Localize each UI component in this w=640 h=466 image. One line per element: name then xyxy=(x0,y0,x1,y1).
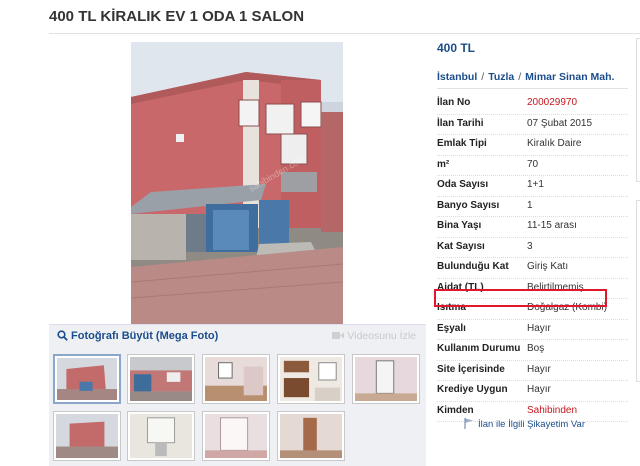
flag-icon xyxy=(464,418,473,429)
thumbnail-strip xyxy=(49,348,426,466)
detail-row: Oda Sayısı 1+1 xyxy=(437,176,628,197)
detail-value: Kiralık Daire xyxy=(527,138,582,149)
breadcrumb-divider xyxy=(437,88,628,89)
zoom-photo-link[interactable]: Fotoğrafı Büyüt (Mega Foto) xyxy=(57,330,218,342)
report-listing-label: İlan ile İlgili Şikayetim Var xyxy=(478,419,586,430)
video-camera-icon xyxy=(332,332,345,339)
detail-key: Bulunduğu Kat xyxy=(437,261,509,272)
detail-value: 1+1 xyxy=(527,179,544,190)
watch-video-link[interactable]: Videosunu İzle xyxy=(332,330,416,342)
detail-key: Site İçerisinde xyxy=(437,363,505,375)
detail-value: Hayır xyxy=(527,363,551,375)
detail-key: Kat Sayısı xyxy=(437,240,485,252)
detail-row: Bina Yaşı 11-15 arası xyxy=(437,217,628,238)
detail-key: Kullanım Durumu xyxy=(437,343,521,354)
thumbnail-8[interactable] xyxy=(202,411,270,461)
thumbnail-4[interactable] xyxy=(277,354,345,404)
detail-value: Hayır xyxy=(527,322,551,334)
detail-row: m² 70 xyxy=(437,156,628,176)
detail-row: Banyo Sayısı 1 xyxy=(437,197,628,217)
detail-value: Giriş Katı xyxy=(527,261,569,272)
detail-row: İlan No 200029970 xyxy=(437,94,628,115)
detail-row: Emlak Tipi Kiralık Daire xyxy=(437,135,628,156)
main-photo[interactable]: sahibinden.com xyxy=(131,42,343,324)
breadcrumb: İstanbul / Tuzla / Mimar Sinan Mah. xyxy=(437,71,615,83)
detail-key: Kimden xyxy=(437,404,474,416)
thumbnail-7[interactable] xyxy=(127,411,195,461)
listing-details: İlan No 200029970 İlan Tarihi 07 Şubat 2015… xyxy=(437,94,628,422)
detail-row: Bulunduğu Kat Giriş Katı xyxy=(437,258,628,279)
breadcrumb-city[interactable]: İstanbul xyxy=(437,71,477,83)
thumbnail-2[interactable] xyxy=(127,354,195,404)
listing-title: 400 TL KİRALIK EV 1 ODA 1 SALON xyxy=(49,8,305,25)
zoom-photo-label: Fotoğrafı Büyüt (Mega Foto) xyxy=(71,330,219,342)
detail-row: Eşyalı Hayır xyxy=(437,320,628,340)
heating-highlight xyxy=(434,289,607,307)
detail-value: 1 xyxy=(527,199,533,211)
detail-key: İlan Tarihi xyxy=(437,117,484,129)
detail-row: İlan Tarihi 07 Şubat 2015 xyxy=(437,115,628,135)
detail-row: Site İçerisinde Hayır xyxy=(437,361,628,381)
detail-key: m² xyxy=(437,158,450,170)
detail-value: 200029970 xyxy=(527,97,578,108)
detail-key: Krediye Uygun xyxy=(437,384,508,395)
detail-key: Emlak Tipi xyxy=(437,138,487,149)
gallery-toolbar: Fotoğrafı Büyüt (Mega Foto) Videosunu İz… xyxy=(49,324,426,349)
detail-key: Oda Sayısı xyxy=(437,179,489,190)
side-panel-edge xyxy=(636,38,640,182)
detail-value: 3 xyxy=(527,240,533,252)
detail-value: 07 Şubat 2015 xyxy=(527,117,593,129)
detail-key: Bina Yaşı xyxy=(437,220,482,231)
detail-value: Sahibinden xyxy=(527,404,578,416)
photo-gallery: sahibinden.com xyxy=(49,34,426,324)
report-listing-link[interactable]: İlan ile İlgili Şikayetim Var xyxy=(464,418,585,430)
detail-key: Eşyalı xyxy=(437,322,466,334)
search-icon xyxy=(57,330,68,341)
detail-row: Kullanım Durumu Boş xyxy=(437,340,628,361)
breadcrumb-district[interactable]: Tuzla xyxy=(488,71,514,83)
detail-value: 70 xyxy=(527,158,539,170)
thumbnail-5[interactable] xyxy=(352,354,420,404)
thumbnail-3[interactable] xyxy=(202,354,270,404)
detail-value: 11-15 arası xyxy=(527,220,577,231)
watch-video-label: Videosunu İzle xyxy=(347,330,416,342)
detail-row: Krediye Uygun Hayır xyxy=(437,381,628,402)
breadcrumb-neighborhood[interactable]: Mimar Sinan Mah. xyxy=(525,71,614,83)
detail-row: Kat Sayısı 3 xyxy=(437,238,628,258)
detail-value: Boş xyxy=(527,343,545,354)
side-panel-edge-lower xyxy=(636,200,640,382)
thumbnail-6[interactable] xyxy=(53,411,121,461)
thumbnail-1[interactable] xyxy=(53,354,121,404)
thumbnail-9[interactable] xyxy=(277,411,345,461)
detail-key: İlan No xyxy=(437,97,471,108)
listing-price: 400 TL xyxy=(437,41,476,55)
detail-value: Hayır xyxy=(527,384,551,395)
detail-key: Banyo Sayısı xyxy=(437,199,500,211)
